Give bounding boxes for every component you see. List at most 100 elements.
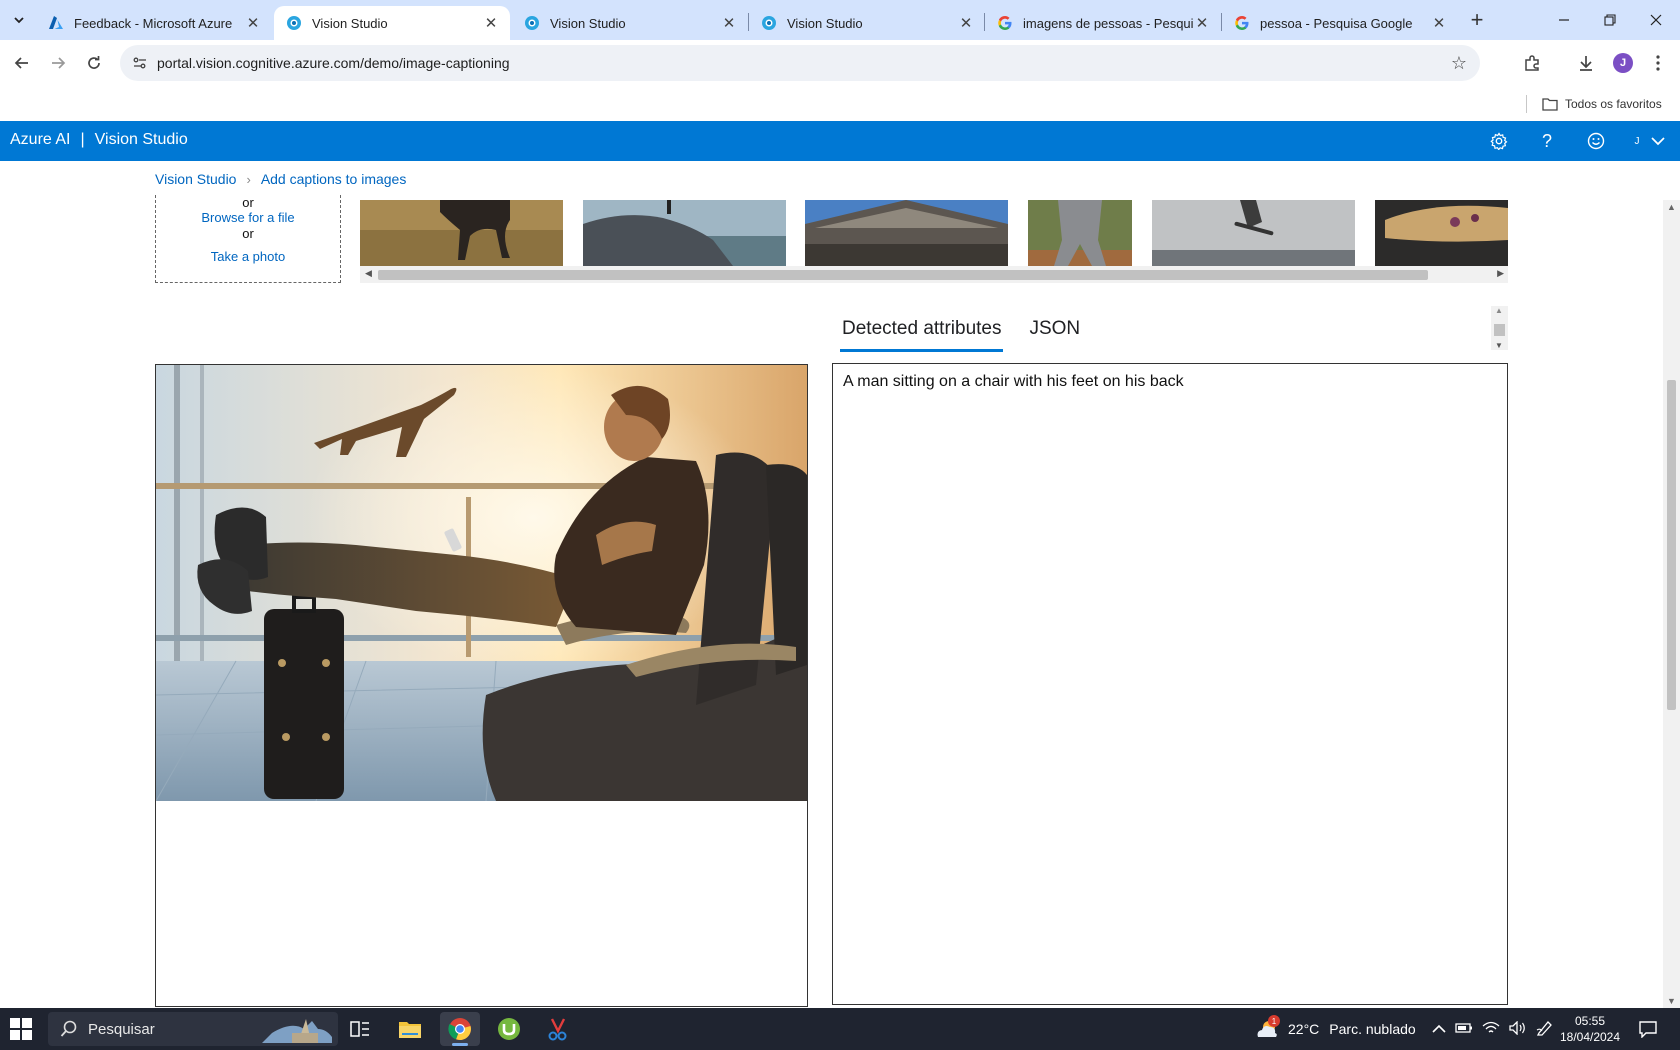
show-hidden-icons-chevron-icon[interactable] [1432,1021,1446,1037]
browser-tab-google-pessoa[interactable]: pessoa - Pesquisa Google ✕ [1222,6,1458,40]
chrome-taskbar-icon[interactable] [440,1012,480,1046]
reload-icon [88,56,100,69]
sample-thumbnail-rocky-coast[interactable] [583,200,786,266]
bookmark-star-icon[interactable]: ☆ [1448,52,1470,74]
sample-image-gallery [360,200,1508,266]
scroll-left-arrow-icon[interactable]: ◀ [365,268,372,279]
forward-button[interactable] [42,47,74,79]
notification-center-icon[interactable] [1628,1012,1668,1046]
vision-studio-label: Vision Studio [94,131,188,148]
feedback-smiley-icon[interactable] [1583,128,1609,154]
volume-icon[interactable] [1509,1019,1527,1038]
window-close-button[interactable] [1632,0,1680,40]
new-tab-button[interactable]: + [1463,7,1491,32]
tab-title: Feedback - Microsoft Azure [74,15,233,31]
scroll-down-arrow-icon[interactable]: ▼ [1495,341,1503,350]
taskbar-search-box[interactable]: Pesquisar [48,1012,338,1046]
tab-search-button[interactable] [6,8,32,32]
sample-thumbnail-food[interactable] [1375,200,1508,266]
arrow-left-icon [14,57,28,69]
google-icon [997,15,1013,31]
breadcrumb-current-link[interactable]: Add captions to images [261,171,407,187]
battery-plug-icon[interactable] [1455,1021,1473,1038]
browser-tab-vision-studio-active[interactable]: Vision Studio ✕ [274,6,510,40]
azure-header: Azure AI | Vision Studio ? J [0,121,1680,161]
scrollbar-thumb[interactable] [1494,324,1505,336]
profile-avatar[interactable]: J [1613,53,1633,73]
sample-thumbnail-building-facade[interactable] [805,200,1008,266]
scrollbar-thumb[interactable] [378,270,1428,280]
close-icon[interactable]: ✕ [244,14,262,32]
reload-button[interactable] [78,47,110,79]
close-icon[interactable]: ✕ [1193,14,1211,32]
chevron-right-icon: › [246,171,251,187]
windows-taskbar: Pesquisar 1 22°C Parc. nublado 05:55 18/… [0,1008,1680,1050]
weather-cloud-icon: 1 [1254,1015,1280,1041]
url-text[interactable]: portal.vision.cognitive.azure.com/demo/i… [157,55,510,71]
more-menu-icon[interactable] [1644,49,1672,77]
browse-file-link[interactable]: Browse for a file [156,210,340,226]
back-button[interactable] [6,47,38,79]
tab-title: Vision Studio [787,15,863,31]
detected-attributes-panel: A man sitting on a chair with his feet o… [832,363,1508,1005]
browser-tab-google-imagens[interactable]: imagens de pessoas - Pesquisa ✕ [985,6,1221,40]
brand-separator: | [80,131,85,148]
minimize-button[interactable] [1540,0,1588,40]
weather-widget[interactable]: 1 22°C Parc. nublado [1254,1008,1416,1050]
or-label: or [242,226,254,241]
scroll-up-arrow-icon[interactable]: ▲ [1667,202,1676,212]
weather-description: Parc. nublado [1329,1021,1416,1037]
tabs-scrollbar[interactable]: ▲ ▼ [1491,306,1508,350]
clock-date: 18/04/2024 [1559,1030,1621,1044]
sample-thumbnail-grazing-animal[interactable] [360,200,563,266]
scroll-up-arrow-icon[interactable]: ▲ [1495,306,1503,315]
download-icon[interactable] [1572,49,1600,77]
address-bar[interactable]: portal.vision.cognitive.azure.com/demo/i… [120,45,1480,81]
sample-thumbnail-baseball-player[interactable] [1028,200,1132,266]
restore-icon [1604,14,1616,26]
browser-tab-vision-studio-2[interactable]: Vision Studio ✕ [512,6,748,40]
settings-gear-icon[interactable] [1486,128,1512,154]
close-icon[interactable]: ✕ [720,14,738,32]
pen-menu-icon[interactable] [1536,1020,1554,1039]
close-icon[interactable]: ✕ [1430,14,1448,32]
browser-tab-feedback[interactable]: Feedback - Microsoft Azure ✕ [36,6,272,40]
site-settings-icon[interactable] [128,52,152,74]
folder-icon [1542,98,1558,111]
chevron-down-icon[interactable] [1645,128,1671,154]
scroll-right-arrow-icon[interactable]: ▶ [1497,268,1504,279]
taskbar-search-placeholder: Pesquisar [88,1020,155,1038]
take-photo-link[interactable]: Take a photo [156,249,340,265]
system-tray [1432,1008,1554,1050]
file-explorer-icon[interactable] [390,1012,430,1046]
extensions-icon[interactable] [1518,49,1546,77]
tab-title: imagens de pessoas - Pesquisa [1023,15,1193,31]
upload-dropzone[interactable]: or Browse for a file or Take a photo [155,195,341,283]
minimize-icon [1559,19,1569,21]
close-icon[interactable]: ✕ [957,14,975,32]
restore-button[interactable] [1586,0,1634,40]
page-vertical-scrollbar[interactable]: ▲ ▼ [1663,200,1680,1008]
help-question-icon[interactable]: ? [1534,128,1560,154]
snipping-tool-icon[interactable] [537,1012,577,1046]
tab-json[interactable]: JSON [1027,316,1082,352]
tab-detected-attributes[interactable]: Detected attributes [840,316,1004,352]
vision-studio-icon [524,15,540,31]
scrollbar-thumb[interactable] [1667,380,1676,710]
task-view-icon[interactable] [340,1012,380,1046]
brand[interactable]: Azure AI | Vision Studio [10,131,188,149]
azure-logo-icon [48,15,64,31]
system-clock[interactable]: 05:55 18/04/2024 [1555,1013,1625,1045]
breadcrumb-home-link[interactable]: Vision Studio [155,171,236,187]
sample-thumbnail-skateboarder[interactable] [1152,200,1355,266]
vision-studio-icon [761,15,777,31]
scroll-down-arrow-icon[interactable]: ▼ [1667,996,1676,1006]
all-bookmarks-label: Todos os favoritos [1565,97,1662,111]
gallery-horizontal-scrollbar[interactable]: ◀ ▶ [360,266,1508,283]
all-bookmarks-button[interactable]: Todos os favoritos [1542,93,1662,115]
browser-tab-vision-studio-3[interactable]: Vision Studio ✕ [749,6,985,40]
windows-start-icon[interactable] [10,1018,34,1042]
utorrent-icon[interactable] [489,1012,529,1046]
wifi-icon[interactable] [1482,1021,1500,1038]
close-icon[interactable]: ✕ [482,14,500,32]
